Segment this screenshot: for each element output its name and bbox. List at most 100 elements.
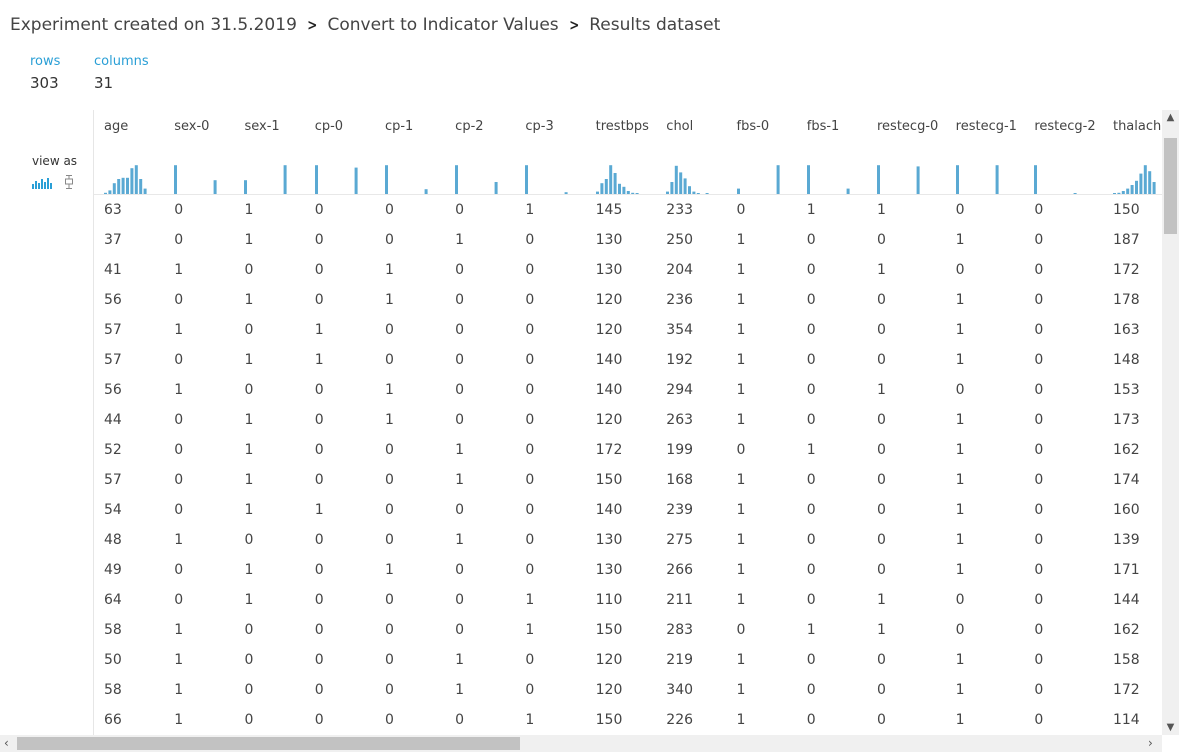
table-cell: 1 bbox=[314, 322, 324, 338]
table-cell: 0 bbox=[1034, 352, 1044, 368]
table-cell: 0 bbox=[877, 352, 886, 368]
column-header-thalach[interactable]: thalach bbox=[1103, 110, 1163, 142]
column-header-fbs-1[interactable]: fbs-1 bbox=[797, 110, 867, 142]
table-cell: 275 bbox=[666, 532, 694, 548]
table-row: 50 1 0 0 0 1 0 120 219 1 0 0 1 0 158 bbox=[94, 645, 1163, 675]
table-cell: 0 bbox=[1034, 442, 1044, 458]
histogram-bar bbox=[143, 188, 147, 194]
table-cell: 50 bbox=[104, 652, 122, 668]
table-cell: 1 bbox=[877, 202, 886, 218]
column-header-sex-1[interactable]: sex-1 bbox=[234, 110, 304, 142]
table-cell: 0 bbox=[455, 292, 465, 308]
table-cell: 1 bbox=[955, 442, 965, 458]
column-histogram[interactable] bbox=[94, 142, 165, 195]
column-histogram[interactable] bbox=[1024, 142, 1103, 195]
rows-label: rows bbox=[30, 54, 61, 69]
table-cell: 0 bbox=[314, 532, 324, 548]
column-histogram[interactable] bbox=[1102, 142, 1163, 195]
table-cell: 0 bbox=[806, 682, 816, 698]
column-header-trestbps[interactable]: trestbps bbox=[586, 110, 657, 142]
column-histogram[interactable] bbox=[374, 142, 446, 195]
table-cell: 1 bbox=[877, 262, 886, 278]
scroll-right-icon[interactable]: › bbox=[1148, 736, 1153, 750]
column-header-cp-2[interactable]: cp-2 bbox=[445, 110, 515, 142]
scroll-down-icon[interactable]: ▼ bbox=[1162, 722, 1179, 733]
table-cell: 1 bbox=[384, 292, 394, 308]
scroll-left-icon[interactable]: ‹ bbox=[4, 736, 9, 750]
table-cell: 37 bbox=[104, 232, 122, 248]
table-cell: 1 bbox=[955, 352, 965, 368]
column-header-chol[interactable]: chol bbox=[656, 110, 726, 142]
column-histogram[interactable] bbox=[585, 142, 657, 195]
column-histogram[interactable] bbox=[164, 142, 235, 195]
histogram-bar bbox=[108, 190, 112, 194]
table-cell: 0 bbox=[455, 502, 465, 518]
column-histogram[interactable] bbox=[656, 142, 727, 195]
column-header-cp-3[interactable]: cp-3 bbox=[515, 110, 585, 142]
table-cell: 0 bbox=[174, 292, 184, 308]
table-cell: 0 bbox=[455, 562, 465, 578]
table-cell: 1 bbox=[736, 262, 746, 278]
table-cell: 0 bbox=[244, 652, 254, 668]
table-row: 57 0 1 0 0 1 0 150 168 1 0 0 1 0 174 bbox=[94, 465, 1163, 495]
scroll-up-icon[interactable]: ▲ bbox=[1162, 112, 1179, 123]
horizontal-scroll-thumb[interactable] bbox=[17, 737, 520, 750]
table-cell: 1 bbox=[736, 382, 746, 398]
histogram-bar bbox=[688, 186, 692, 194]
table-cell: 0 bbox=[384, 652, 394, 668]
table-cell: 0 bbox=[806, 592, 816, 608]
column-histogram[interactable] bbox=[304, 142, 375, 195]
table-cell: 211 bbox=[666, 592, 694, 608]
breadcrumb-experiment[interactable]: Experiment created on 31.5.2019 bbox=[10, 15, 297, 35]
table-cell: 0 bbox=[955, 622, 965, 638]
column-header-restecg-2[interactable]: restecg-2 bbox=[1024, 110, 1103, 142]
vertical-scrollbar[interactable]: ▲ ▼ bbox=[1162, 110, 1179, 735]
table-cell: 1 bbox=[174, 382, 184, 398]
results-table: age sex-0 sex-1 cp-0 cp-1 cp-2 cp-3 trestbps cho… bbox=[94, 110, 1163, 735]
column-histogram[interactable] bbox=[515, 142, 586, 195]
horizontal-scrollbar[interactable]: ‹ › bbox=[0, 735, 1162, 752]
table-cell: 172 bbox=[1112, 682, 1140, 698]
column-header-fbs-0[interactable]: fbs-0 bbox=[727, 110, 797, 142]
table-cell: 172 bbox=[595, 442, 623, 458]
table-cell: 0 bbox=[877, 532, 886, 548]
table-cell: 1 bbox=[736, 682, 746, 698]
column-histogram[interactable] bbox=[726, 142, 797, 195]
column-header-age[interactable]: age bbox=[94, 110, 164, 142]
boxplot-icon[interactable] bbox=[64, 174, 74, 193]
table-cell: 0 bbox=[174, 472, 184, 488]
table-cell: 0 bbox=[244, 622, 254, 638]
column-histogram[interactable] bbox=[445, 142, 516, 195]
table-cell: 1 bbox=[244, 562, 254, 578]
table-cell: 0 bbox=[877, 712, 886, 728]
table-cell: 0 bbox=[384, 322, 394, 338]
column-histogram[interactable] bbox=[234, 142, 305, 195]
table-cell: 64 bbox=[104, 592, 122, 608]
chevron-right-icon: > bbox=[568, 16, 579, 34]
table-cell: 130 bbox=[595, 532, 623, 548]
table-cell: 0 bbox=[1034, 262, 1044, 278]
histogram-bar bbox=[626, 191, 630, 194]
histogram-icon[interactable] bbox=[32, 174, 52, 193]
table-cell: 110 bbox=[595, 592, 623, 608]
column-header-sex-0[interactable]: sex-0 bbox=[164, 110, 234, 142]
histogram-bar bbox=[174, 165, 178, 194]
column-header-cp-1[interactable]: cp-1 bbox=[375, 110, 445, 142]
breadcrumb-module[interactable]: Convert to Indicator Values bbox=[327, 15, 558, 35]
table-cell: 41 bbox=[104, 262, 122, 278]
table-cell: 0 bbox=[174, 502, 184, 518]
histogram-bar bbox=[697, 193, 701, 194]
column-header-cp-0[interactable]: cp-0 bbox=[305, 110, 375, 142]
column-header-restecg-0[interactable]: restecg-0 bbox=[867, 110, 946, 142]
column-histogram[interactable] bbox=[945, 142, 1025, 195]
column-histogram[interactable] bbox=[867, 142, 946, 195]
histogram-row bbox=[94, 142, 1163, 195]
table-cell: 0 bbox=[244, 532, 254, 548]
column-histogram[interactable] bbox=[796, 142, 867, 195]
column-header-restecg-1[interactable]: restecg-1 bbox=[946, 110, 1025, 142]
table-cell: 0 bbox=[525, 562, 535, 578]
vertical-scroll-thumb[interactable] bbox=[1164, 138, 1177, 234]
histogram-bar bbox=[608, 165, 612, 194]
table-cell: 1 bbox=[314, 352, 324, 368]
view-as-toggle bbox=[32, 174, 74, 193]
